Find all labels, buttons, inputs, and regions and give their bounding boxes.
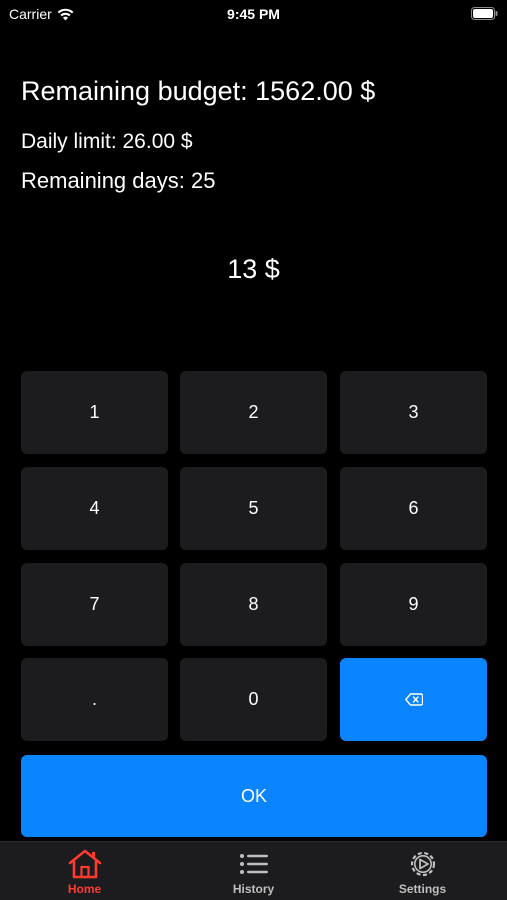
ok-button[interactable]: OK bbox=[21, 755, 487, 837]
key-6[interactable]: 6 bbox=[340, 467, 487, 550]
key-2[interactable]: 2 bbox=[180, 371, 327, 454]
status-bar: Carrier 9:45 PM bbox=[0, 0, 507, 30]
key-1[interactable]: 1 bbox=[21, 371, 168, 454]
remaining-budget-label: Remaining budget: 1562.00 $ bbox=[21, 76, 376, 106]
tab-home-label: Home bbox=[67, 882, 102, 896]
tab-settings[interactable]: Settings bbox=[338, 842, 507, 900]
tab-settings-label: Settings bbox=[398, 882, 447, 896]
app-screen: Carrier 9:45 PM Remaining budget: 1562.0… bbox=[0, 0, 507, 900]
list-icon bbox=[239, 854, 268, 874]
tab-home[interactable]: Home bbox=[0, 842, 169, 900]
status-time: 9:45 PM bbox=[227, 6, 280, 22]
key-8[interactable]: 8 bbox=[180, 563, 327, 646]
backspace-icon bbox=[404, 693, 423, 706]
key-7[interactable]: 7 bbox=[21, 563, 168, 646]
key-0[interactable]: 0 bbox=[180, 658, 327, 741]
tab-bar: Home History Settings bbox=[0, 841, 507, 900]
key-dot[interactable]: . bbox=[21, 658, 168, 741]
key-3[interactable]: 3 bbox=[340, 371, 487, 454]
key-4[interactable]: 4 bbox=[21, 467, 168, 550]
key-9[interactable]: 9 bbox=[340, 563, 487, 646]
tab-history[interactable]: History bbox=[169, 842, 338, 900]
key-5[interactable]: 5 bbox=[180, 467, 327, 550]
amount-display: 13 $ bbox=[227, 254, 280, 284]
backspace-button[interactable] bbox=[340, 658, 487, 741]
tab-history-label: History bbox=[232, 882, 275, 896]
remaining-days-label: Remaining days: 25 bbox=[21, 168, 216, 193]
gear-icon bbox=[410, 851, 435, 877]
house-icon bbox=[68, 849, 101, 879]
daily-limit-label: Daily limit: 26.00 $ bbox=[21, 130, 193, 153]
battery-icon bbox=[471, 7, 498, 20]
